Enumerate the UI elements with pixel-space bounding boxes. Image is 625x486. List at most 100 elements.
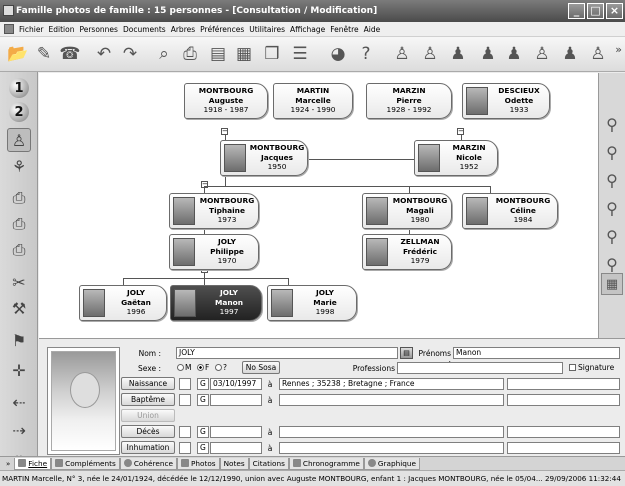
bapteme-extra-field[interactable] — [507, 394, 620, 406]
person-card-montbourg-auguste[interactable]: MONTBOURG Auguste 1918 - 1987 — [184, 83, 268, 119]
naissance-code-field[interactable]: G — [197, 378, 209, 390]
zoom-area-icon[interactable]: ⚲ — [601, 169, 623, 191]
menu-aide[interactable]: Aide — [364, 25, 381, 34]
bapteme-code-field[interactable]: G — [197, 394, 209, 406]
find-person-icon[interactable]: ♙ — [390, 42, 414, 66]
person-card-joly-philippe[interactable]: JOLY Philippe 1970 — [169, 234, 259, 270]
tab-citations[interactable]: Citations — [248, 457, 289, 470]
naissance-place-field[interactable]: Rennes ; 35238 ; Bretagne ; France — [279, 378, 504, 390]
tools-icon[interactable]: ✂ — [7, 270, 31, 294]
fit-view-icon[interactable]: ⚲ — [601, 253, 623, 275]
menu-preferences[interactable]: Préférences — [200, 25, 244, 34]
signature-checkbox[interactable]: Signature — [569, 362, 614, 373]
group-icon[interactable]: ♟ — [558, 42, 582, 66]
nom-field[interactable]: JOLY — [176, 347, 398, 359]
menu-fichier[interactable]: Fichier — [19, 25, 44, 34]
zoom-tree-icon[interactable]: ⚲ — [601, 141, 623, 163]
toolbar-overflow-icon[interactable]: » — [615, 43, 622, 56]
undo-icon[interactable]: ↶ — [92, 42, 116, 66]
search-doc-icon[interactable]: ⌕ — [152, 42, 176, 66]
menu-utilitaires[interactable]: Utilitaires — [249, 25, 285, 34]
union-button[interactable]: Union — [121, 409, 175, 422]
printer-icon[interactable]: ⎙ — [7, 238, 31, 262]
open-folder-icon[interactable]: 📂 — [6, 42, 30, 66]
add-person-icon[interactable]: ♙ — [418, 42, 442, 66]
zoom-person-icon[interactable]: ⚲ — [601, 113, 623, 135]
deces-date-field[interactable] — [210, 426, 262, 438]
person-card-descieux-odette[interactable]: DESCIEUX Odette 1933 — [462, 83, 550, 119]
page-two-icon[interactable]: 2 — [9, 102, 29, 122]
descendants-icon[interactable]: ♟ — [476, 42, 500, 66]
bapteme-date-field[interactable] — [210, 394, 262, 406]
navigator-icon[interactable]: ⚑ — [7, 328, 31, 352]
sexe-radio-f[interactable]: F — [197, 362, 209, 373]
person-card-joly-gaetan[interactable]: JOLY Gaëtan 1996 — [79, 285, 167, 321]
person-card-martin-marcelle[interactable]: MARTIN Marcelle 1924 - 1990 — [273, 83, 353, 119]
naissance-date-field[interactable]: 03/10/1997 — [210, 378, 262, 390]
bapteme-flag-field[interactable] — [179, 394, 191, 406]
person-photo-frame[interactable] — [47, 347, 120, 455]
menu-documents[interactable]: Documents — [123, 25, 166, 34]
inhumation-button[interactable]: Inhumation — [121, 441, 175, 454]
sexe-radio-unknown[interactable]: ? — [215, 362, 227, 373]
help-icon[interactable]: ? — [354, 42, 378, 66]
person-card-zellman-frederic[interactable]: ZELLMAN Frédéric 1979 — [362, 234, 452, 270]
inhumation-extra-field[interactable] — [507, 442, 620, 454]
menu-fenetre[interactable]: Fenêtre — [330, 25, 358, 34]
tab-coherence[interactable]: Cohérence — [119, 457, 177, 470]
person-card-marzin-nicole[interactable]: MARZIN Nicole 1952 — [414, 140, 498, 176]
menu-edition[interactable]: Edition — [49, 25, 75, 34]
couple-icon[interactable]: ♟ — [502, 42, 526, 66]
maximize-button[interactable]: □ — [587, 3, 604, 19]
tab-notes[interactable]: Notes — [219, 457, 249, 470]
palette-icon[interactable]: ◕ — [326, 42, 350, 66]
deces-code-field[interactable]: G — [197, 426, 209, 438]
inhumation-date-field[interactable] — [210, 442, 262, 454]
deces-button[interactable]: Décès — [121, 425, 175, 438]
person-icon[interactable]: ♟ — [446, 42, 470, 66]
settings-icon[interactable]: ⚒ — [7, 296, 31, 320]
tab-graphique[interactable]: Graphique — [363, 457, 420, 470]
document-icon[interactable]: ▤ — [206, 42, 230, 66]
deces-extra-field[interactable] — [507, 426, 620, 438]
deces-flag-field[interactable] — [179, 426, 191, 438]
edit-icon[interactable]: ✎ — [32, 42, 56, 66]
book-icon[interactable]: ❒ — [260, 42, 284, 66]
forward-icon[interactable]: ⇢ — [7, 418, 31, 442]
tab-fiche[interactable]: Fiche — [14, 457, 52, 470]
deces-place-field[interactable] — [279, 426, 504, 438]
list-dropdown-icon[interactable]: ☰ — [288, 42, 312, 66]
person-card-montbourg-magali[interactable]: MONTBOURG Magali 1980 — [362, 193, 452, 229]
person-card-montbourg-jacques[interactable]: MONTBOURG Jacques 1950 — [220, 140, 308, 176]
naissance-button[interactable]: Naissance — [121, 377, 175, 390]
no-sosa-button[interactable]: No Sosa — [242, 361, 280, 374]
zoom-out-icon[interactable]: ⚲ — [601, 197, 623, 219]
person-card-marzin-pierre[interactable]: MARZIN Pierre 1928 - 1992 — [366, 83, 452, 119]
tree-view-icon[interactable]: ⚘ — [7, 154, 31, 178]
ancestors-icon[interactable]: ♙ — [530, 42, 554, 66]
naissance-flag-field[interactable] — [179, 378, 191, 390]
remove-person-icon[interactable]: ♙ — [586, 42, 610, 66]
print-preview-icon[interactable]: ⎙ — [7, 186, 31, 210]
menu-affichage[interactable]: Affichage — [290, 25, 325, 34]
crosshair-icon[interactable]: ✛ — [7, 358, 31, 382]
document-menu-icon[interactable] — [4, 24, 14, 34]
person-card-joly-manon-selected[interactable]: JOLY Manon 1997 — [170, 285, 262, 321]
bapteme-button[interactable]: Baptême — [121, 393, 175, 406]
back-icon[interactable]: ⇠ — [7, 390, 31, 414]
minimize-button[interactable]: _ — [568, 3, 585, 19]
inhumation-code-field[interactable]: G — [197, 442, 209, 454]
tab-chronogramme[interactable]: Chronogramme — [288, 457, 364, 470]
person-card-joly-marie[interactable]: JOLY Marie 1998 — [267, 285, 357, 321]
grid-icon[interactable]: ▦ — [601, 273, 623, 295]
person-card-montbourg-tiphaine[interactable]: MONTBOURG Tiphaine 1973 — [169, 193, 259, 229]
zoom-in-icon[interactable]: ⚲ — [601, 225, 623, 247]
sexe-radio-m[interactable]: M — [177, 362, 191, 373]
inhumation-flag-field[interactable] — [179, 442, 191, 454]
phone-icon[interactable]: ☎ — [58, 42, 82, 66]
person-view-icon[interactable]: ♙ — [7, 128, 31, 152]
tab-photos[interactable]: Photos — [176, 457, 220, 470]
person-card-montbourg-celine[interactable]: MONTBOURG Céline 1984 — [462, 193, 558, 229]
collapse-toggle-icon[interactable]: − — [457, 128, 464, 135]
inhumation-place-field[interactable] — [279, 442, 504, 454]
